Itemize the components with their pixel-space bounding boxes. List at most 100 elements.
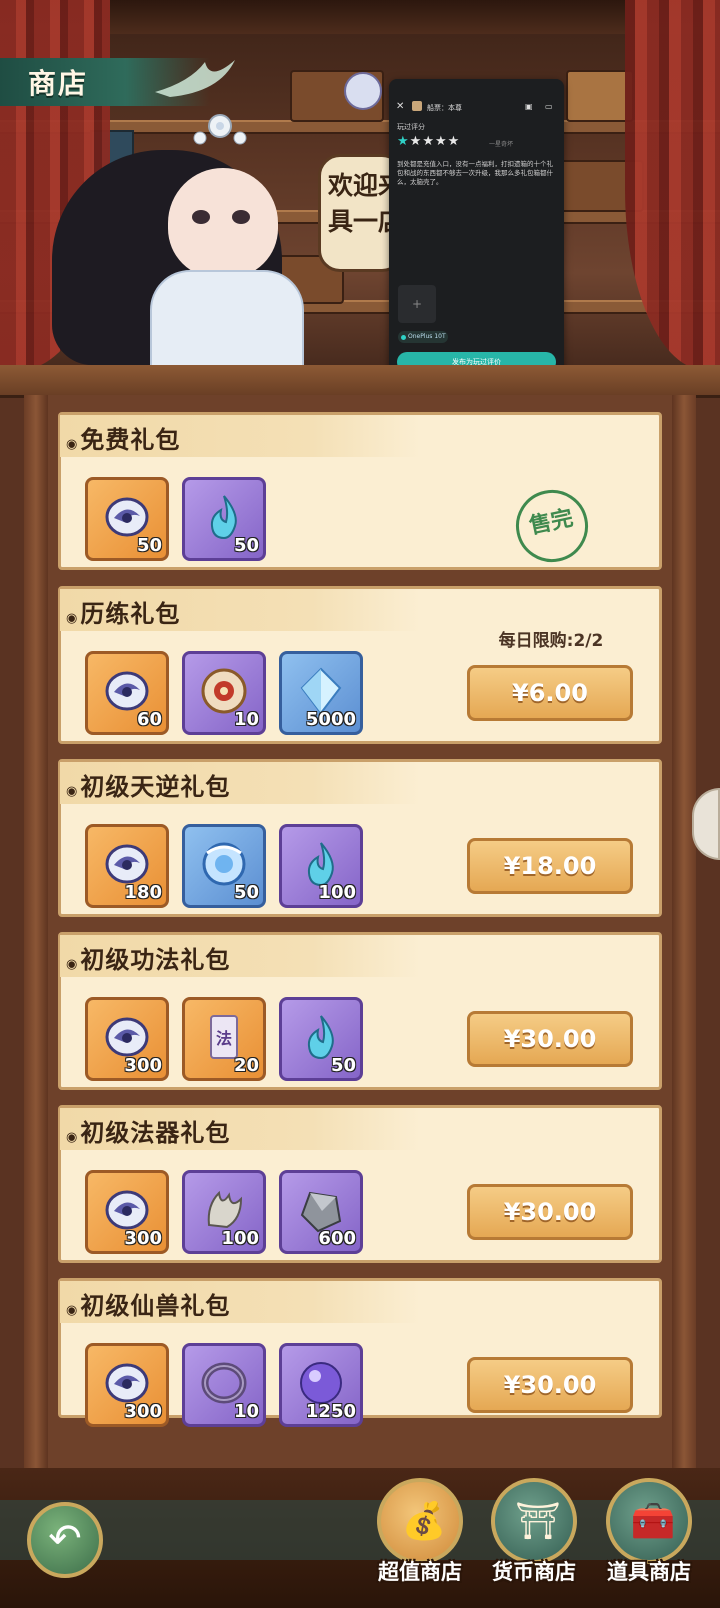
star-icon[interactable]: ★: [410, 134, 423, 149]
item-count: 50: [233, 882, 259, 903]
reward-item[interactable]: 法 20: [182, 997, 266, 1081]
npc-robe: [150, 270, 304, 369]
item-count: 180: [124, 882, 162, 903]
star-icon[interactable]: ★: [422, 134, 435, 149]
nav-tab-button[interactable]: ⛩: [491, 1478, 577, 1564]
flower-crown-icon: [193, 114, 247, 145]
item-count: 300: [124, 1055, 162, 1076]
title-swirl-ornament: [155, 60, 235, 97]
svg-text:法: 法: [216, 1029, 232, 1048]
buy-button[interactable]: ¥30.00: [467, 1357, 633, 1413]
item-count: 5000: [305, 709, 356, 730]
buy-button[interactable]: ¥30.00: [467, 1011, 633, 1067]
item-count: 20: [233, 1055, 259, 1076]
reward-item[interactable]: 10: [182, 1343, 266, 1427]
star-icon[interactable]: ★: [435, 134, 448, 149]
pack-title-text: 初级天逆礼包: [80, 773, 231, 801]
nav-tab-label: 道具商店: [607, 1560, 691, 1584]
add-image-button[interactable]: +: [398, 285, 436, 323]
pack-title-text: 免费礼包: [80, 426, 181, 454]
bullet-icon: ◉: [66, 1303, 79, 1318]
reward-item[interactable]: 5000: [279, 651, 363, 735]
item-count: 50: [330, 1055, 356, 1076]
pack-title: ◉历练礼包: [66, 594, 180, 629]
review-section-label: 玩过评分: [397, 123, 425, 131]
curtain-right: [625, 0, 720, 370]
rating-hint: 一星奇坏: [489, 141, 514, 148]
reward-item[interactable]: 180: [85, 824, 169, 908]
coin-pavilion-icon: ⛩: [515, 1501, 561, 1542]
frame-top-beam: [0, 365, 720, 398]
buy-button[interactable]: ¥30.00: [467, 1184, 633, 1240]
nav-tab-label: 超值商店: [378, 1560, 462, 1584]
app-icon: [412, 101, 422, 111]
npc-eye: [232, 210, 250, 224]
reward-item[interactable]: 50: [85, 477, 169, 561]
item-count: 600: [318, 1228, 356, 1249]
item-count: 100: [221, 1228, 259, 1249]
reward-item[interactable]: 300: [85, 1343, 169, 1427]
npc-speech-text: 欢迎来到 具一店: [328, 171, 394, 236]
screenshot-icon[interactable]: ▣: [525, 102, 533, 111]
page-title: 商店: [28, 67, 89, 100]
buy-button[interactable]: ¥18.00: [467, 838, 633, 894]
nav-tab-label: 货币商店: [492, 1560, 576, 1584]
money-bag-icon: 💰: [401, 1501, 447, 1542]
item-count: 60: [136, 709, 162, 730]
treasure-chest-icon: 🧰: [630, 1501, 676, 1542]
reward-item[interactable]: 600: [279, 1170, 363, 1254]
device-tag-dot: [401, 335, 406, 340]
npc-face: [168, 168, 278, 278]
back-arrow-icon: ↶: [48, 1516, 82, 1562]
bullet-icon: ◉: [66, 957, 79, 972]
pack-title-text: 初级功法礼包: [80, 946, 231, 974]
star-icon[interactable]: ★: [397, 134, 410, 149]
star-rating[interactable]: ★★★★★: [397, 134, 460, 149]
nav-tab-button[interactable]: 💰: [377, 1478, 463, 1564]
pack-title: ◉初级功法礼包: [66, 940, 230, 975]
pack-title: ◉初级天逆礼包: [66, 767, 230, 802]
pack-title: ◉初级法器礼包: [66, 1113, 230, 1148]
bullet-icon: ◉: [66, 611, 79, 626]
review-body-text[interactable]: 到处都是充值入口，没有一点福利，打扣遗箱的十个礼包和战的东西都不够去一次升级，我…: [397, 160, 555, 187]
close-icon[interactable]: ✕: [396, 101, 404, 112]
reward-item[interactable]: 1250: [279, 1343, 363, 1427]
purchase-limit: 每日限购:2/2: [498, 631, 604, 651]
bullet-icon: ◉: [66, 784, 79, 799]
reward-item[interactable]: 50: [279, 997, 363, 1081]
item-count: 50: [136, 535, 162, 556]
item-count: 300: [124, 1401, 162, 1422]
back-button[interactable]: ↶: [27, 1502, 103, 1578]
bullet-icon: ◉: [66, 437, 79, 452]
spirit-orb-float-icon: [344, 72, 382, 110]
star-icon[interactable]: ★: [448, 134, 461, 149]
bullet-icon: ◉: [66, 1130, 79, 1145]
item-count: 100: [318, 882, 356, 903]
pack-title: ◉初级仙兽礼包: [66, 1286, 230, 1321]
buy-button[interactable]: ¥6.00: [467, 665, 633, 721]
reward-item[interactable]: 100: [182, 1170, 266, 1254]
scroll-rack: [566, 70, 634, 122]
review-app-name: 船票：本尊: [427, 104, 462, 112]
reward-item[interactable]: 100: [279, 824, 363, 908]
item-count: 10: [233, 709, 259, 730]
item-count: 300: [124, 1228, 162, 1249]
frame-post-left: [24, 395, 48, 1470]
nav-tab-button[interactable]: 🧰: [606, 1478, 692, 1564]
item-count: 10: [233, 1401, 259, 1422]
frame-post-right: [672, 395, 696, 1470]
reward-item[interactable]: 300: [85, 997, 169, 1081]
item-count: 1250: [305, 1401, 356, 1422]
pack-title-text: 初级仙兽礼包: [80, 1292, 231, 1320]
reward-item[interactable]: 60: [85, 651, 169, 735]
npc-eye: [192, 210, 210, 224]
item-count: 50: [233, 535, 259, 556]
reward-item[interactable]: 10: [182, 651, 266, 735]
display-icon[interactable]: ▭: [545, 102, 553, 111]
pack-title-text: 初级法器礼包: [80, 1119, 231, 1147]
reward-item[interactable]: 50: [182, 824, 266, 908]
reward-item[interactable]: 50: [182, 477, 266, 561]
reward-item[interactable]: 300: [85, 1170, 169, 1254]
pack-title-text: 历练礼包: [80, 600, 181, 628]
pack-title: ◉免费礼包: [66, 420, 180, 455]
